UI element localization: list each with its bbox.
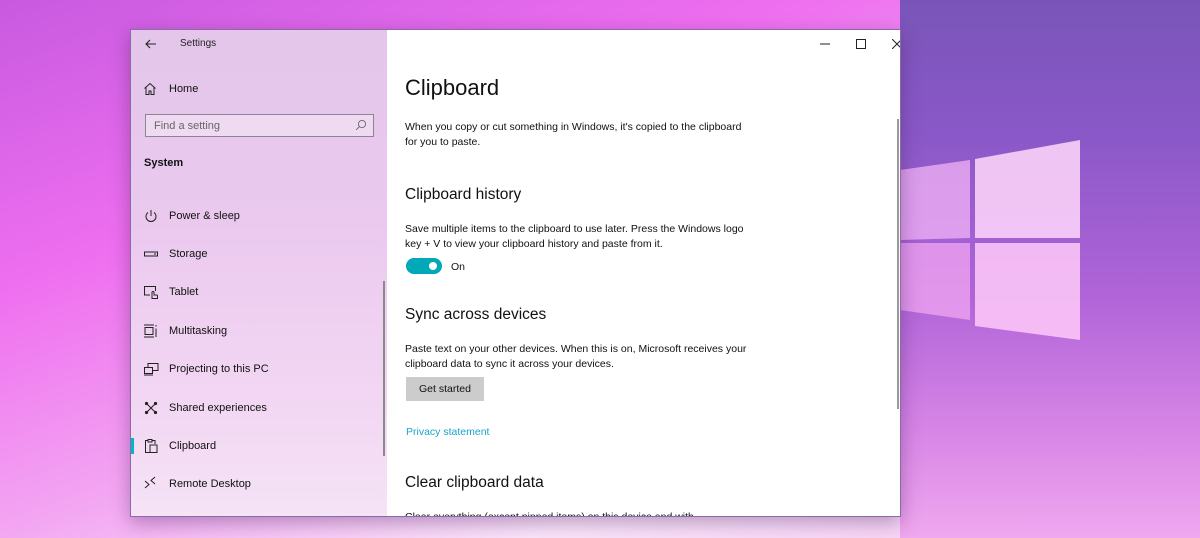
tablet-icon <box>144 286 158 299</box>
intro-text: When you copy or cut something in Window… <box>405 121 742 148</box>
sidebar-item-storage[interactable]: Storage <box>131 237 381 271</box>
sidebar-item-power-sleep[interactable]: Power & sleep <box>131 199 381 233</box>
settings-window: Settings Home System Power & sleep <box>130 29 901 517</box>
sidebar-item-projecting[interactable]: Projecting to this PC <box>131 352 381 386</box>
clipboard-history-heading: Clipboard history <box>405 186 522 203</box>
close-icon <box>892 39 900 49</box>
nav-label: Projecting to this PC <box>169 363 269 375</box>
toggle-state-label: On <box>451 261 466 273</box>
sidebar-scrollbar[interactable] <box>383 281 385 456</box>
nav-label: Shared experiences <box>169 402 267 414</box>
search-input[interactable] <box>146 115 346 136</box>
search-box[interactable] <box>145 114 374 137</box>
shared-experiences-icon <box>144 401 158 415</box>
title-bar: Settings <box>131 30 387 58</box>
nav-label: Remote Desktop <box>169 478 251 490</box>
section-label-system: System <box>144 157 184 169</box>
main-scrollbar[interactable] <box>897 119 899 409</box>
nav-label: Clipboard <box>169 440 217 452</box>
home-label: Home <box>169 83 199 95</box>
back-button[interactable] <box>141 35 161 53</box>
arrow-left-icon <box>145 39 156 49</box>
nav-label: Multitasking <box>169 325 228 337</box>
power-icon <box>145 210 157 222</box>
sync-heading: Sync across devices <box>405 306 547 323</box>
maximize-button[interactable] <box>843 34 879 54</box>
get-started-button[interactable]: Get started <box>406 377 484 401</box>
projecting-icon <box>144 363 159 376</box>
app-title: Settings <box>180 38 217 49</box>
sidebar-item-multitasking[interactable]: Multitasking <box>131 314 381 348</box>
minimize-icon <box>820 43 830 45</box>
clipboard-history-toggle[interactable] <box>406 258 442 274</box>
clear-clipboard-description: Clear everything (except pinned items) o… <box>405 511 694 517</box>
privacy-statement-link[interactable]: Privacy statement <box>406 426 489 438</box>
page-title: Clipboard <box>405 75 500 100</box>
sidebar-item-shared-experiences[interactable]: Shared experiences <box>131 391 381 425</box>
clipboard-history-description: Save multiple items to the clipboard to … <box>405 223 744 250</box>
nav-label: Storage <box>169 248 208 260</box>
main-content: Clipboard When you copy or cut something… <box>387 30 900 516</box>
sync-description: Paste text on your other devices. When t… <box>405 343 747 370</box>
sidebar-item-remote-desktop[interactable]: Remote Desktop <box>131 467 381 501</box>
maximize-icon <box>856 39 866 49</box>
storage-icon <box>144 251 158 257</box>
sidebar-item-home[interactable]: Home <box>143 80 198 98</box>
nav-label: Power & sleep <box>169 210 240 222</box>
nav-label: Tablet <box>169 286 199 298</box>
sidebar-item-tablet[interactable]: Tablet <box>131 275 381 309</box>
home-icon <box>144 82 156 95</box>
sidebar-item-clipboard[interactable]: Clipboard <box>131 429 381 463</box>
minimize-button[interactable] <box>807 34 843 54</box>
search-icon[interactable] <box>355 119 367 131</box>
close-button[interactable] <box>879 34 900 54</box>
windows-logo-wallpaper <box>900 140 1080 340</box>
multitasking-icon <box>144 324 157 338</box>
sidebar: Settings Home System Power & sleep <box>131 30 387 516</box>
clear-clipboard-heading: Clear clipboard data <box>405 474 544 491</box>
clipboard-icon <box>145 439 158 453</box>
toggle-knob <box>429 262 437 270</box>
remote-desktop-icon <box>144 476 156 489</box>
